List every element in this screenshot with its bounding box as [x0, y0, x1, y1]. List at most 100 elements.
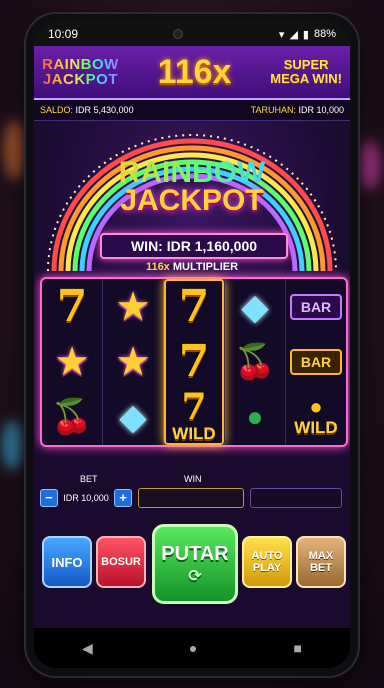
bet-stepper: − IDR 10,000 + [40, 488, 132, 508]
reel-5: BAR BAR ● WILD [286, 279, 346, 445]
status-time: 10:09 [48, 27, 79, 41]
multiplier-caption: 116x MULTIPLIER [34, 261, 350, 273]
jackpot-banner: RAINBOW JACKPOT 116x SUPER MEGA WIN! [34, 46, 350, 100]
maxbet-line2: BET [309, 562, 332, 574]
reel-cell: 7 WILD [164, 389, 224, 444]
reel-cell: ★ [103, 279, 163, 334]
bet-value: IDR 10,000 [63, 493, 109, 503]
info-button[interactable]: INFO [42, 536, 92, 588]
battery-icon: ▮ [302, 28, 309, 41]
star-symbol: ★ [115, 339, 151, 384]
pot-symbol: ● [246, 400, 264, 432]
win-field [138, 488, 244, 508]
slot-reels: 7 ★ 🍒 ★ ★ ◆ 7 7 7 WILD ◆ 🍒 ● BAR BAR ● WILD [40, 277, 348, 447]
saldo-label: SALDO: [40, 105, 74, 115]
wild-symbol: ● WILD [294, 393, 338, 438]
autoplay-line2: PLAY [252, 562, 282, 574]
bet-label: BET [80, 474, 98, 484]
autoplay-button[interactable]: AUTO PLAY [242, 536, 292, 588]
banner-multiplier: 116x [157, 52, 232, 91]
taruhan-value: IDR 10,000 [298, 105, 344, 115]
background-light [4, 120, 26, 180]
title-line1: RAINBOW [34, 158, 350, 188]
action-buttons: INFO BOSUR PUTAR ⟳ AUTO PLAY MAX BET [40, 522, 346, 604]
diamond-symbol: ◆ [119, 395, 147, 437]
maxbet-line1: MAX [308, 550, 334, 562]
multiplier-value: 116x [145, 261, 170, 273]
reel-cell: ◆ [225, 279, 285, 334]
reel-cell: 🍒 [42, 389, 102, 444]
android-nav-bar: ◀ ● ■ [34, 628, 350, 668]
taruhan-display: TARUHAN: IDR 10,000 [251, 105, 344, 115]
control-row: − IDR 10,000 + [40, 488, 344, 510]
spin-label: PUTAR [161, 542, 229, 565]
reel-cell: ● WILD [286, 389, 346, 444]
reel-cell: ★ [42, 334, 102, 389]
reel-cell: ★ [103, 334, 163, 389]
star-symbol: ★ [115, 284, 151, 329]
seven-symbol: 7 [56, 281, 88, 332]
wifi-icon: ▾ [278, 28, 285, 41]
bet-increase-button[interactable]: + [114, 489, 132, 507]
wild-symbol: 7 WILD [172, 385, 216, 444]
background-light [358, 140, 380, 190]
taruhan-label: TARUHAN: [250, 105, 296, 115]
wild-label: WILD [172, 423, 216, 443]
home-icon[interactable]: ● [189, 640, 197, 656]
extra-field [250, 488, 342, 508]
game-screen: 10:09 ▾ ◢ ▮ 88% RAINBOW JACKPOT 116x SUP… [34, 22, 350, 668]
banner-jackpot-line2: JACKPOT [42, 71, 118, 88]
gold-coins-icon: ● [309, 393, 323, 419]
reel-cell: 7 [42, 279, 102, 334]
reel-cell: ◆ [103, 389, 163, 444]
banner-mega-line1: SUPER [283, 57, 329, 72]
signal-icon: ◢ [289, 28, 298, 41]
wild-label: WILD [294, 417, 338, 437]
reel-cell: BAR [286, 334, 346, 389]
win-label: WIN [184, 474, 202, 484]
seven-symbol: 7 [178, 281, 210, 332]
saldo-display: SALDO: IDR 5,430,000 [40, 105, 134, 115]
bonus-button[interactable]: BOSUR [96, 536, 146, 588]
cherry-symbol: 🍒 [233, 342, 277, 381]
banner-mega-line2: MEGA WIN! [270, 71, 342, 86]
bet-decrease-button[interactable]: − [40, 489, 58, 507]
back-icon[interactable]: ◀ [82, 640, 93, 657]
seven-symbol: 7 [178, 336, 210, 387]
multiplier-label: MULTIPLIER [172, 261, 239, 273]
saldo-value: IDR 5,430,000 [75, 105, 134, 115]
banner-mega-win: SUPER MEGA WIN! [270, 58, 342, 86]
reel-1: 7 ★ 🍒 [42, 279, 103, 445]
refresh-icon: ⟳ [188, 567, 202, 585]
balance-bar: SALDO: IDR 5,430,000 TARUHAN: IDR 10,000 [34, 100, 350, 121]
reel-4: ◆ 🍒 ● [225, 279, 286, 445]
reel-cell: BAR [286, 279, 346, 334]
bar-symbol: BAR [290, 293, 342, 320]
status-icons: ▾ ◢ ▮ 88% [279, 28, 336, 41]
max-bet-button[interactable]: MAX BET [296, 536, 346, 588]
cherry-symbol: 🍒 [50, 397, 94, 436]
bar-symbol: BAR [290, 348, 342, 375]
title-line2: JACKPOT [120, 184, 264, 217]
reel-3: 7 7 7 WILD [164, 279, 225, 445]
reel-cell: ● [225, 389, 285, 444]
reel-cell: 7 [164, 334, 224, 389]
diamond-symbol: ◆ [241, 285, 269, 327]
game-arena: RAINBOW JACKPOT WIN: IDR 1,160,000 116x … [34, 121, 350, 447]
reel-cell: 🍒 [225, 334, 285, 389]
win-amount-display: WIN: IDR 1,160,000 [100, 233, 288, 259]
spin-button[interactable]: PUTAR ⟳ [152, 524, 238, 604]
status-bar: 10:09 ▾ ◢ ▮ 88% [34, 22, 350, 46]
rainbow-jackpot-title: RAINBOW JACKPOT [34, 158, 350, 217]
camera-icon [173, 29, 184, 39]
seven-symbol: 7 [181, 385, 207, 428]
background-light [2, 420, 24, 470]
recents-icon[interactable]: ■ [293, 640, 301, 656]
reel-cell: 7 [164, 279, 224, 334]
banner-jackpot-title: RAINBOW JACKPOT [42, 57, 119, 87]
autoplay-line1: AUTO [251, 550, 283, 562]
battery-level: 88% [313, 28, 336, 40]
reel-2: ★ ★ ◆ [103, 279, 164, 445]
banner-jackpot-line1: RAINBOW [42, 56, 119, 73]
star-symbol: ★ [54, 339, 90, 384]
